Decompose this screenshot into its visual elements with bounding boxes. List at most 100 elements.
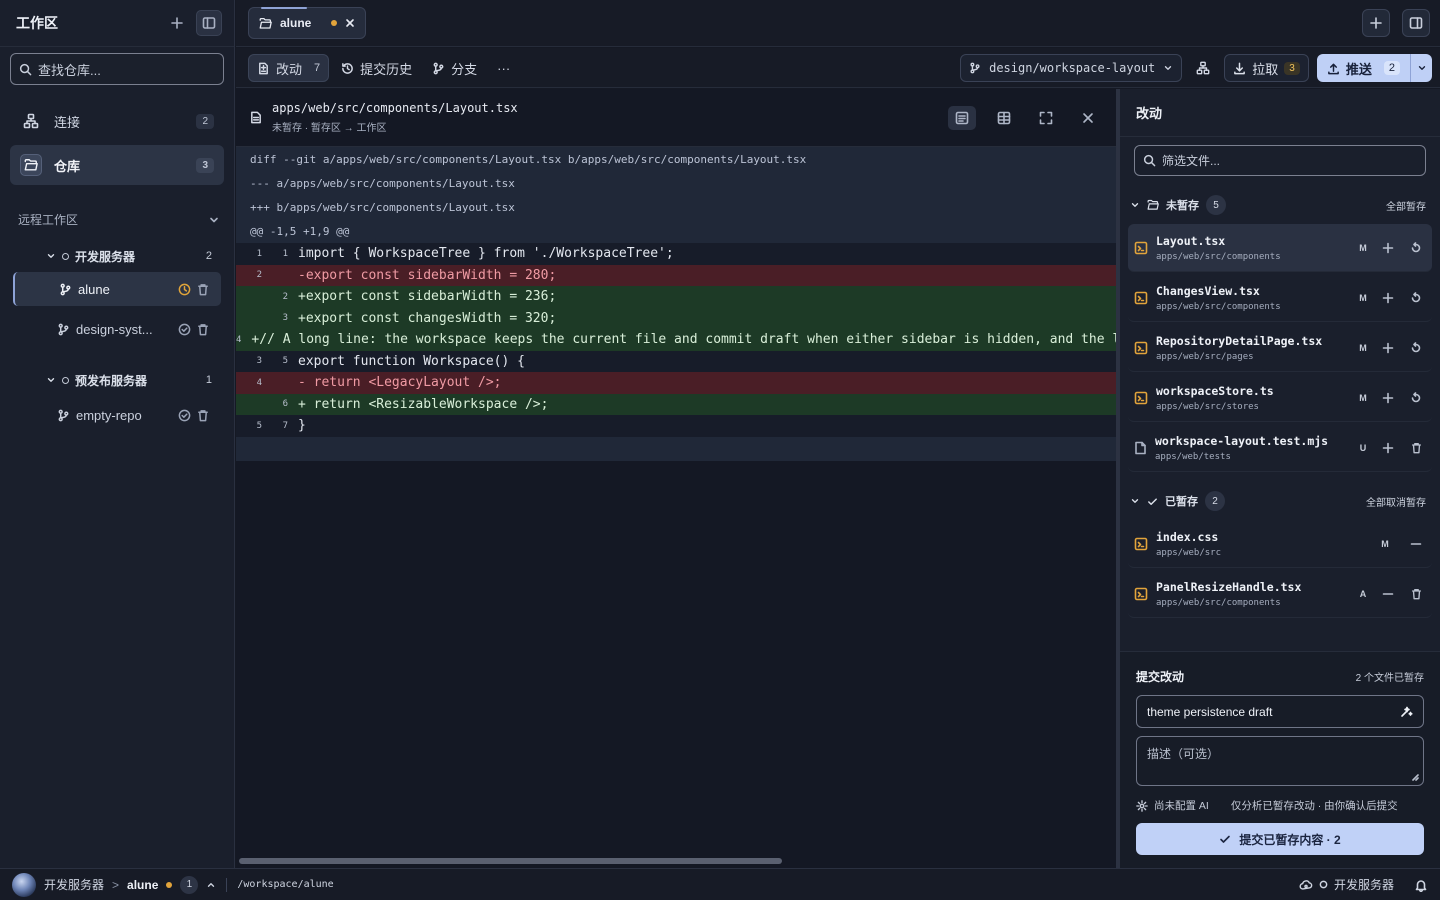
horizontal-scrollbar[interactable]	[239, 858, 782, 864]
file-row[interactable]: workspaceStore.ts apps/web/src/stores M	[1128, 374, 1432, 422]
server-staging[interactable]: 预发布服务器 1	[0, 370, 234, 390]
stage-file-button[interactable]	[1378, 242, 1398, 254]
discard-file-button[interactable]	[1406, 391, 1426, 404]
sidebar-item-connections[interactable]: 连接 2	[10, 101, 224, 141]
server-status-icon	[62, 376, 69, 384]
unstaged-group-header[interactable]: 未暂存 5 全部暂存	[1130, 194, 1426, 216]
sidebar-nav: 连接 2 仓库 3	[0, 101, 234, 185]
discard-file-button[interactable]	[1406, 291, 1426, 304]
unified-view-button[interactable]	[948, 105, 976, 130]
git-branch-icon	[433, 62, 444, 74]
chevron-down-icon	[210, 217, 218, 222]
repo-item-design-system[interactable]: design-syst...	[13, 312, 221, 346]
staged-group-header[interactable]: 已暂存 2 全部取消暂存	[1130, 490, 1426, 512]
line-text: + return <ResizableWorkspace />;	[298, 396, 549, 412]
file-status: A	[1359, 588, 1367, 599]
resize-grip-icon[interactable]	[1411, 773, 1419, 781]
file-name: workspace-layout.test.mjs	[1155, 433, 1329, 448]
close-icon	[1083, 112, 1093, 123]
toggle-right-panel-button[interactable]	[1402, 9, 1430, 37]
unstage-file-button[interactable]	[1406, 538, 1426, 550]
more-button[interactable]: ···	[489, 54, 518, 82]
close-icon[interactable]	[345, 18, 355, 28]
file-status: U	[1359, 442, 1367, 453]
unstage-file-button[interactable]	[1378, 588, 1398, 600]
commit-title: 提交改动	[1136, 670, 1185, 684]
stage-all-button[interactable]: 全部暂存	[1386, 198, 1426, 213]
delete-file-button[interactable]	[1406, 442, 1426, 454]
trash-icon[interactable]	[197, 409, 209, 422]
fullscreen-button[interactable]	[1032, 106, 1060, 130]
commit-button-label: 提交已暂存内容 · 2	[1239, 832, 1341, 847]
sidebar-icon	[202, 17, 216, 29]
tab-branches[interactable]: 分支	[424, 54, 485, 82]
push-button[interactable]: 推送 2	[1316, 54, 1432, 82]
sidebar-item-repositories[interactable]: 仓库 3	[10, 145, 224, 185]
line-text: - return <LegacyLayout />;	[298, 375, 502, 391]
commit-staged-button[interactable]: 提交已暂存内容 · 2	[1136, 823, 1424, 855]
code-file-icon	[1134, 391, 1148, 405]
file-row[interactable]: PanelResizeHandle.tsx apps/web/src/compon…	[1128, 570, 1432, 618]
chevron-up-icon[interactable]	[206, 880, 216, 890]
stage-file-button[interactable]	[1378, 292, 1398, 304]
toggle-sidebar-button[interactable]	[196, 10, 222, 36]
count-badge: 3	[196, 157, 214, 173]
remote-workspaces-header[interactable]: 远程工作区	[18, 211, 220, 228]
avatar[interactable]	[12, 872, 36, 897]
undo-icon	[1411, 291, 1421, 302]
line-text: -export const sidebarWidth = 280;	[298, 267, 557, 283]
discard-file-button[interactable]	[1406, 241, 1426, 254]
commit-summary-input[interactable]: theme persistence draft	[1136, 695, 1424, 728]
sidebar-right-icon	[1409, 17, 1423, 29]
line-text: }	[298, 418, 306, 434]
new-tab-button[interactable]	[1362, 9, 1390, 37]
server-dev[interactable]: 开发服务器 2	[0, 246, 234, 266]
plus-icon	[1382, 392, 1394, 403]
stage-file-button[interactable]	[1378, 342, 1398, 354]
gear-icon[interactable]	[1136, 799, 1148, 812]
ai-status-text: 尚未配置 AI	[1154, 800, 1209, 812]
tab-alune[interactable]: alune	[248, 7, 366, 39]
plus-icon	[1382, 292, 1394, 303]
trash-icon[interactable]	[197, 283, 209, 296]
file-row[interactable]: ChangesView.tsx apps/web/src/components M	[1128, 274, 1432, 322]
code-file-icon	[1134, 587, 1148, 601]
status-repo[interactable]: alune	[127, 878, 158, 892]
file-status: M	[1381, 538, 1389, 549]
file-row[interactable]: workspace-layout.test.mjs apps/web/tests …	[1128, 424, 1432, 472]
tab-changes[interactable]: 改动 7	[248, 54, 330, 82]
stage-file-button[interactable]	[1378, 392, 1398, 404]
stage-file-button[interactable]	[1378, 442, 1398, 454]
delete-file-button[interactable]	[1406, 588, 1426, 600]
discard-file-button[interactable]	[1406, 341, 1426, 354]
push-options-button[interactable]	[1410, 54, 1432, 82]
bell-icon[interactable]	[1414, 878, 1428, 892]
sidebar-item-label: 连接	[54, 114, 81, 130]
status-right-server[interactable]: 开发服务器	[1334, 876, 1394, 893]
repo-item-empty-repo[interactable]: empty-repo	[13, 398, 221, 432]
sparkles-icon[interactable]	[1399, 705, 1413, 719]
file-status: M	[1359, 392, 1367, 403]
branch-selector[interactable]: design/workspace-layout	[960, 54, 1183, 82]
unstage-all-button[interactable]: 全部取消暂存	[1366, 494, 1426, 509]
server-name: 预发布服务器	[75, 373, 148, 388]
repo-item-alune[interactable]: alune	[13, 272, 221, 306]
add-workspace-button[interactable]	[164, 10, 190, 36]
status-server[interactable]: 开发服务器	[44, 876, 104, 893]
file-filter-input[interactable]: 筛选文件...	[1134, 145, 1426, 176]
repo-search-input[interactable]: 查找仓库...	[10, 53, 224, 85]
graph-view-button[interactable]	[1190, 54, 1216, 82]
commit-description-input[interactable]: 描述（可选）	[1136, 736, 1424, 786]
repo-name: empty-repo	[76, 407, 142, 423]
split-view-button[interactable]	[990, 106, 1018, 130]
trash-icon[interactable]	[197, 323, 209, 336]
status-bar: 开发服务器 > alune 1 /workspace/alune 开发服务器	[0, 868, 1440, 900]
pull-button[interactable]: 拉取 3	[1224, 54, 1309, 82]
plus-icon	[1370, 17, 1382, 29]
folder-open-icon	[24, 159, 38, 171]
close-diff-button[interactable]	[1074, 106, 1102, 130]
file-row[interactable]: Layout.tsx apps/web/src/components M	[1128, 224, 1432, 272]
file-row[interactable]: index.css apps/web/src M	[1128, 520, 1432, 568]
tab-history[interactable]: 提交历史	[333, 54, 420, 82]
file-row[interactable]: RepositoryDetailPage.tsx apps/web/src/pag…	[1128, 324, 1432, 372]
